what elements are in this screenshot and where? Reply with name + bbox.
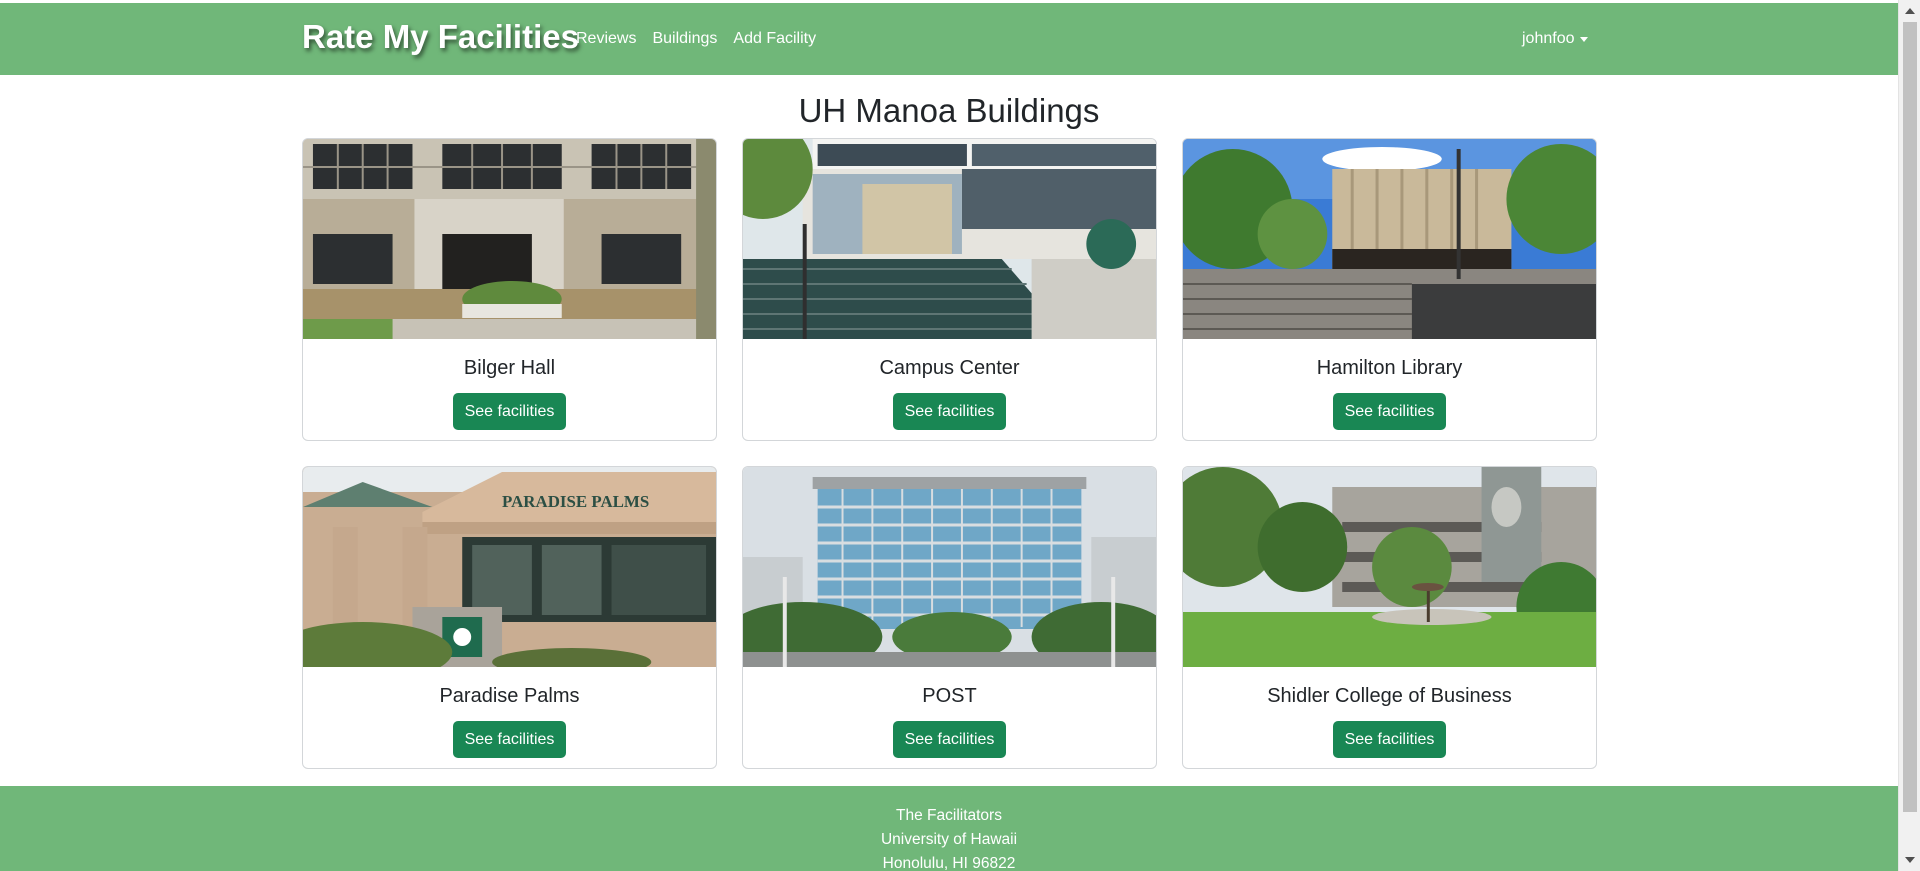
brand-link[interactable]: Rate My Facilities [302,18,579,56]
caret-down-icon [1579,36,1588,42]
footer-team: The Facilitators [896,807,1002,824]
building-card-bilger-hall: Bilger Hall See facilities [302,138,717,441]
building-image-hamilton-library [1183,139,1596,339]
nav-links: Reviews Buildings Add Facility [576,30,816,48]
see-facilities-button[interactable]: See facilities [1333,721,1446,758]
vertical-scrollbar[interactable] [1898,0,1920,871]
see-facilities-button[interactable]: See facilities [893,393,1006,430]
scrollbar-thumb[interactable] [1903,22,1917,812]
building-name: Paradise Palms [439,685,580,707]
building-name: Shidler College of Business [1267,685,1512,707]
building-image-shidler-college [1183,467,1596,667]
building-name: Hamilton Library [1316,357,1463,379]
footer-university: University of Hawaii [880,831,1018,848]
nav-link-add-facility[interactable]: Add Facility [733,30,816,48]
building-image-campus-center [743,139,1156,339]
building-name: POST [922,685,977,707]
building-card-post: POST See facilities [742,466,1157,769]
footer: The Facilitators University of Hawaii Ho… [0,786,1898,871]
nav-link-reviews[interactable]: Reviews [576,30,636,48]
buildings-grid: Bilger Hall See facilities Campus Center… [302,138,1598,769]
building-card-hamilton-library: Hamilton Library See facilities [1182,138,1597,441]
see-facilities-button[interactable]: See facilities [893,721,1006,758]
building-image-post [743,467,1156,667]
svg-text:PARADISE PALMS: PARADISE PALMS [502,492,649,511]
building-card-shidler-college: Shidler College of Business See faciliti… [1182,466,1597,769]
building-name: Bilger Hall [463,357,556,379]
user-dropdown[interactable]: johnfoo [1522,30,1588,48]
nav-link-buildings[interactable]: Buildings [652,30,717,48]
building-image-paradise-palms: PARADISE PALMS [303,467,716,667]
page-title: UH Manoa Buildings [798,92,1100,129]
building-name: Campus Center [879,357,1020,379]
user-name: johnfoo [1522,30,1575,47]
page: Rate My Facilities Reviews Buildings Add… [0,0,1898,871]
scroll-up-arrow-icon[interactable] [1905,8,1915,14]
building-image-bilger-hall [303,139,716,339]
scroll-down-arrow-icon[interactable] [1905,857,1915,863]
see-facilities-button[interactable]: See facilities [453,721,566,758]
footer-address: Honolulu, HI 96822 [882,855,1016,871]
building-card-campus-center: Campus Center See facilities [742,138,1157,441]
see-facilities-button[interactable]: See facilities [1333,393,1446,430]
building-card-paradise-palms: PARADISE PALMS Paradise Palms See facili… [302,466,717,769]
see-facilities-button[interactable]: See facilities [453,393,566,430]
navbar: Rate My Facilities Reviews Buildings Add… [0,3,1898,75]
